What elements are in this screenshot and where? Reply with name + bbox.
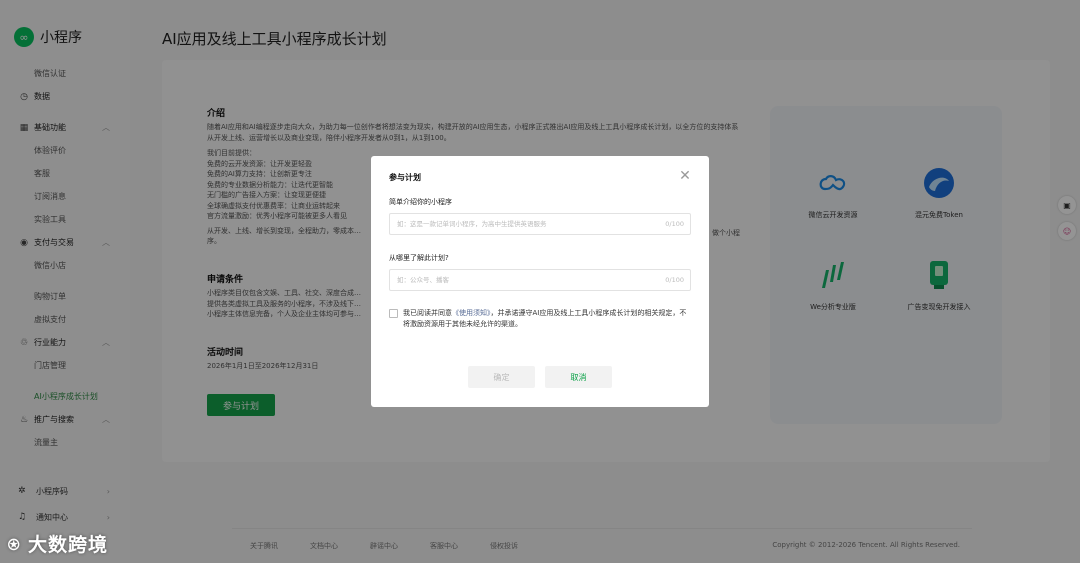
- watermark-text: 大数跨境: [28, 534, 109, 556]
- intro-input[interactable]: [390, 220, 666, 228]
- watermark: ⍟ 大数跨境: [8, 534, 109, 556]
- close-icon[interactable]: ✕: [677, 168, 693, 184]
- dialog-title: 参与计划: [389, 173, 421, 182]
- source-field[interactable]: 0/100: [389, 269, 691, 291]
- agreement: 我已阅读并同意《使用须知》，并承诺遵守AI应用及线上工具小程序成长计划的相关规定…: [389, 308, 691, 330]
- agree-prefix: 我已阅读并同意: [403, 309, 452, 317]
- source-char-count: 0/100: [665, 276, 684, 284]
- source-input[interactable]: [390, 276, 666, 284]
- terms-link[interactable]: 《使用须知》: [452, 309, 491, 317]
- intro-field[interactable]: 0/100: [389, 213, 691, 235]
- cancel-button[interactable]: 取消: [545, 366, 612, 388]
- intro-field-label: 简单介绍你的小程序: [389, 198, 452, 206]
- join-plan-dialog: 参与计划 ✕ 简单介绍你的小程序 0/100 从哪里了解此计划? 0/100 我…: [371, 156, 709, 407]
- confirm-button[interactable]: 确定: [468, 366, 535, 388]
- intro-char-count: 0/100: [665, 220, 684, 228]
- agree-checkbox[interactable]: [389, 309, 398, 318]
- source-field-label: 从哪里了解此计划?: [389, 254, 449, 262]
- agree-text: 我已阅读并同意《使用须知》，并承诺遵守AI应用及线上工具小程序成长计划的相关规定…: [403, 308, 691, 330]
